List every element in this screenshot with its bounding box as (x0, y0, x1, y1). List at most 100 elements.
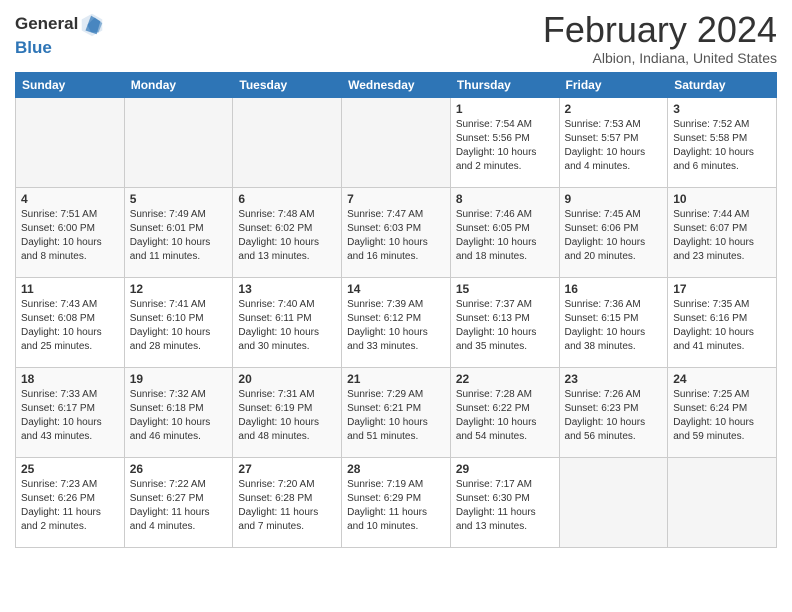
calendar-week-row: 25 Sunrise: 7:23 AM Sunset: 6:26 PM Dayli… (16, 457, 777, 547)
day-info: Sunrise: 7:29 AM Sunset: 6:21 PM Dayligh… (347, 388, 445, 444)
day-number: 6 (238, 192, 336, 206)
calendar-cell: 14 Sunrise: 7:39 AM Sunset: 6:12 PM Dayli… (342, 277, 451, 367)
page-subtitle: Albion, Indiana, United States (543, 50, 777, 66)
day-info: Sunrise: 7:26 AM Sunset: 6:23 PM Dayligh… (565, 388, 663, 444)
day-number: 9 (565, 192, 663, 206)
day-info: Sunrise: 7:41 AM Sunset: 6:10 PM Dayligh… (130, 298, 228, 354)
day-number: 24 (673, 372, 771, 386)
day-number: 27 (238, 462, 336, 476)
day-number: 1 (456, 102, 554, 116)
logo-general-text: General (15, 14, 78, 34)
calendar-body: 1 Sunrise: 7:54 AM Sunset: 5:56 PM Daylig… (16, 97, 777, 547)
calendar-week-row: 18 Sunrise: 7:33 AM Sunset: 6:17 PM Dayli… (16, 367, 777, 457)
day-info: Sunrise: 7:44 AM Sunset: 6:07 PM Dayligh… (673, 208, 771, 264)
day-info: Sunrise: 7:37 AM Sunset: 6:13 PM Dayligh… (456, 298, 554, 354)
calendar-cell: 17Sunrise: 7:35 AM Sunset: 6:16 PM Dayli… (668, 277, 777, 367)
day-number: 14 (347, 282, 445, 296)
calendar-day-header: Monday (124, 72, 233, 97)
calendar-cell: 3 Sunrise: 7:52 AM Sunset: 5:58 PM Daylig… (668, 97, 777, 187)
day-info: Sunrise: 7:39 AM Sunset: 6:12 PM Dayligh… (347, 298, 445, 354)
day-number: 7 (347, 192, 445, 206)
day-info: Sunrise: 7:47 AM Sunset: 6:03 PM Dayligh… (347, 208, 445, 264)
day-info: Sunrise: 7:46 AM Sunset: 6:05 PM Dayligh… (456, 208, 554, 264)
day-number: 22 (456, 372, 554, 386)
day-number: 12 (130, 282, 228, 296)
day-number: 4 (21, 192, 119, 206)
day-number: 10 (673, 192, 771, 206)
calendar-cell (233, 97, 342, 187)
calendar-cell: 24Sunrise: 7:25 AM Sunset: 6:24 PM Dayli… (668, 367, 777, 457)
calendar-week-row: 1 Sunrise: 7:54 AM Sunset: 5:56 PM Daylig… (16, 97, 777, 187)
calendar-day-header: Tuesday (233, 72, 342, 97)
calendar-cell: 28 Sunrise: 7:19 AM Sunset: 6:29 PM Dayli… (342, 457, 451, 547)
day-number: 21 (347, 372, 445, 386)
day-info: Sunrise: 7:33 AM Sunset: 6:17 PM Dayligh… (21, 388, 119, 444)
calendar-cell: 1 Sunrise: 7:54 AM Sunset: 5:56 PM Daylig… (450, 97, 559, 187)
calendar-cell: 10 Sunrise: 7:44 AM Sunset: 6:07 PM Dayli… (668, 187, 777, 277)
day-number: 29 (456, 462, 554, 476)
day-number: 11 (21, 282, 119, 296)
calendar-cell: 6 Sunrise: 7:48 AM Sunset: 6:02 PM Daylig… (233, 187, 342, 277)
calendar-cell: 9 Sunrise: 7:45 AM Sunset: 6:06 PM Daylig… (559, 187, 668, 277)
day-info: Sunrise: 7:45 AM Sunset: 6:06 PM Dayligh… (565, 208, 663, 264)
day-number: 13 (238, 282, 336, 296)
logo: General Blue (15, 10, 106, 58)
day-info: Sunrise: 7:20 AM Sunset: 6:28 PM Dayligh… (238, 478, 336, 534)
calendar-cell: 23 Sunrise: 7:26 AM Sunset: 6:23 PM Dayli… (559, 367, 668, 457)
calendar-cell: 5 Sunrise: 7:49 AM Sunset: 6:01 PM Daylig… (124, 187, 233, 277)
calendar-cell: 29 Sunrise: 7:17 AM Sunset: 6:30 PM Dayli… (450, 457, 559, 547)
calendar-day-header: Wednesday (342, 72, 451, 97)
calendar-cell: 22 Sunrise: 7:28 AM Sunset: 6:22 PM Dayli… (450, 367, 559, 457)
day-info: Sunrise: 7:17 AM Sunset: 6:30 PM Dayligh… (456, 478, 554, 534)
day-info: Sunrise: 7:48 AM Sunset: 6:02 PM Dayligh… (238, 208, 336, 264)
day-number: 3 (673, 102, 771, 116)
calendar-cell (668, 457, 777, 547)
day-info: Sunrise: 7:53 AM Sunset: 5:57 PM Dayligh… (565, 118, 663, 174)
day-info: Sunrise: 7:35 AM Sunset: 6:16 PM Dayligh… (673, 298, 771, 354)
day-number: 16 (565, 282, 663, 296)
calendar-cell: 26Sunrise: 7:22 AM Sunset: 6:27 PM Dayli… (124, 457, 233, 547)
day-info: Sunrise: 7:19 AM Sunset: 6:29 PM Dayligh… (347, 478, 445, 534)
day-info: Sunrise: 7:28 AM Sunset: 6:22 PM Dayligh… (456, 388, 554, 444)
title-area: February 2024 Albion, Indiana, United St… (543, 10, 777, 66)
day-info: Sunrise: 7:23 AM Sunset: 6:26 PM Dayligh… (21, 478, 119, 534)
header: General Blue February 2024 Albion, India… (15, 10, 777, 66)
calendar-cell: 11 Sunrise: 7:43 AM Sunset: 6:08 PM Dayli… (16, 277, 125, 367)
calendar-week-row: 4Sunrise: 7:51 AM Sunset: 6:00 PM Daylig… (16, 187, 777, 277)
calendar-cell: 21 Sunrise: 7:29 AM Sunset: 6:21 PM Dayli… (342, 367, 451, 457)
calendar-cell: 27 Sunrise: 7:20 AM Sunset: 6:28 PM Dayli… (233, 457, 342, 547)
calendar-cell: 15 Sunrise: 7:37 AM Sunset: 6:13 PM Dayli… (450, 277, 559, 367)
calendar-day-header: Thursday (450, 72, 559, 97)
day-info: Sunrise: 7:40 AM Sunset: 6:11 PM Dayligh… (238, 298, 336, 354)
day-number: 5 (130, 192, 228, 206)
page-title: February 2024 (543, 10, 777, 50)
day-number: 20 (238, 372, 336, 386)
calendar-cell: 12 Sunrise: 7:41 AM Sunset: 6:10 PM Dayli… (124, 277, 233, 367)
calendar-table: SundayMondayTuesdayWednesdayThursdayFrid… (15, 72, 777, 548)
calendar-day-header: Sunday (16, 72, 125, 97)
calendar-cell (342, 97, 451, 187)
calendar-cell (16, 97, 125, 187)
calendar-cell: 7 Sunrise: 7:47 AM Sunset: 6:03 PM Daylig… (342, 187, 451, 277)
calendar-header: SundayMondayTuesdayWednesdayThursdayFrid… (16, 72, 777, 97)
calendar-cell: 25 Sunrise: 7:23 AM Sunset: 6:26 PM Dayli… (16, 457, 125, 547)
day-number: 28 (347, 462, 445, 476)
day-info: Sunrise: 7:31 AM Sunset: 6:19 PM Dayligh… (238, 388, 336, 444)
day-number: 23 (565, 372, 663, 386)
day-info: Sunrise: 7:22 AM Sunset: 6:27 PM Dayligh… (130, 478, 228, 534)
calendar-cell: 13 Sunrise: 7:40 AM Sunset: 6:11 PM Dayli… (233, 277, 342, 367)
calendar-cell (124, 97, 233, 187)
calendar-cell (559, 457, 668, 547)
day-number: 19 (130, 372, 228, 386)
day-number: 15 (456, 282, 554, 296)
day-info: Sunrise: 7:49 AM Sunset: 6:01 PM Dayligh… (130, 208, 228, 264)
day-info: Sunrise: 7:54 AM Sunset: 5:56 PM Dayligh… (456, 118, 554, 174)
calendar-cell: 4Sunrise: 7:51 AM Sunset: 6:00 PM Daylig… (16, 187, 125, 277)
day-number: 18 (21, 372, 119, 386)
calendar-cell: 8Sunrise: 7:46 AM Sunset: 6:05 PM Daylig… (450, 187, 559, 277)
day-number: 25 (21, 462, 119, 476)
day-info: Sunrise: 7:52 AM Sunset: 5:58 PM Dayligh… (673, 118, 771, 174)
calendar-day-header: Friday (559, 72, 668, 97)
logo-blue-text: Blue (15, 38, 52, 58)
day-info: Sunrise: 7:43 AM Sunset: 6:08 PM Dayligh… (21, 298, 119, 354)
